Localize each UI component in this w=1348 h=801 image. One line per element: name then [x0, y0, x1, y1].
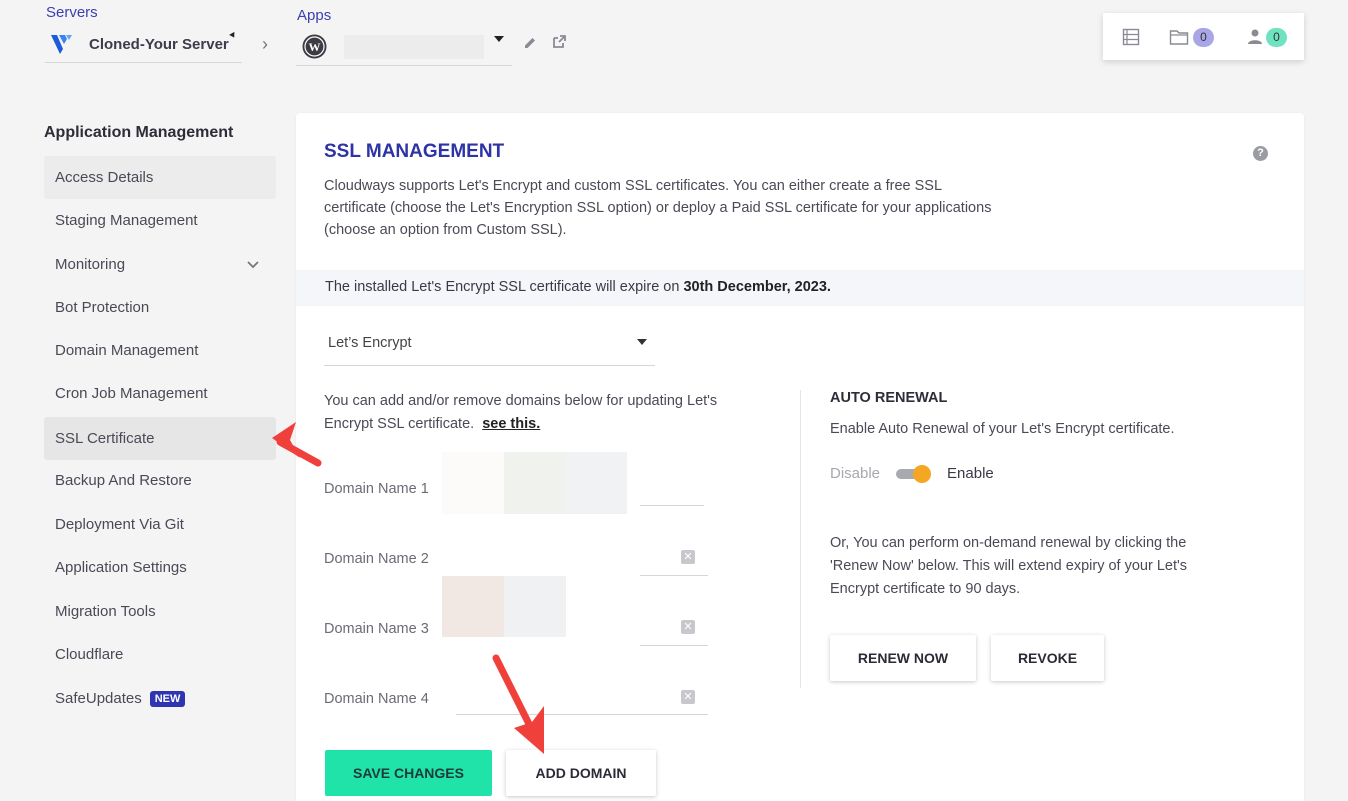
add-domain-button[interactable]: ADD DOMAIN: [506, 750, 656, 796]
sidebar-item-label: Staging Management: [55, 212, 198, 229]
sidebar-item-label: Cron Job Management: [55, 385, 208, 402]
auto-renewal-toggle-row: Disable Enable: [830, 464, 994, 483]
app-selector[interactable]: W: [296, 28, 512, 66]
sidebar-item-label: Backup And Restore: [55, 472, 192, 489]
domain-name-3-label: Domain Name 3: [324, 621, 429, 637]
caret-down-icon: [637, 339, 647, 345]
sidebar-item-ssl-certificate[interactable]: SSL Certificate: [44, 417, 276, 460]
chevron-right-icon: ›: [262, 34, 268, 54]
sidebar-item-safeupdates[interactable]: SafeUpdates NEW: [44, 677, 276, 720]
sidebar-item-label: Bot Protection: [55, 299, 150, 316]
sidebar-item-backup-and-restore[interactable]: Backup And Restore: [44, 459, 276, 502]
app-name-redacted: [344, 34, 484, 59]
expiry-date: 30th December, 2023.: [683, 279, 831, 295]
toggle-knob: [913, 464, 932, 483]
domain-1-redacted: [442, 452, 504, 514]
domain-1-redacted: [566, 452, 627, 514]
top-bar: Servers Cloned-Your Server › Apps W 0 0: [0, 0, 1348, 80]
expiry-text: The installed Let's Encrypt SSL certific…: [325, 279, 684, 295]
domains-help-text: You can add and/or remove domains below …: [324, 390, 744, 436]
sidebar-item-cloudflare[interactable]: Cloudflare: [44, 633, 276, 676]
sidebar-item-monitoring[interactable]: Monitoring: [44, 243, 276, 286]
sidebar-item-domain-management[interactable]: Domain Management: [44, 329, 276, 372]
domain-4-input[interactable]: [456, 714, 708, 715]
domain-name-4-label: Domain Name 4: [324, 691, 429, 707]
sidebar-item-cron-job-management[interactable]: Cron Job Management: [44, 372, 276, 415]
domain-name-2-label: Domain Name 2: [324, 551, 429, 567]
sidebar-item-label: Cloudflare: [55, 646, 124, 663]
remove-domain-3-icon[interactable]: ✕: [681, 620, 695, 634]
sidebar-title: Application Management: [44, 124, 234, 141]
sidebar-item-label: Access Details: [55, 169, 154, 186]
sidebar-item-migration-tools[interactable]: Migration Tools: [44, 590, 276, 633]
see-this-link[interactable]: see this.: [482, 416, 540, 432]
page-title: SSL MANAGEMENT: [324, 141, 505, 162]
domain-2-input[interactable]: [640, 575, 708, 576]
domain-1-input[interactable]: [640, 505, 704, 506]
new-badge: NEW: [149, 690, 186, 707]
remove-domain-2-icon[interactable]: ✕: [681, 550, 695, 564]
vultr-logo-icon: [51, 35, 72, 54]
top-right-toolbar: 0 0: [1103, 13, 1304, 60]
domain-3-redacted: [504, 576, 566, 637]
domain-name-1-label: Domain Name 1: [324, 481, 429, 497]
chevron-down-icon: [247, 261, 259, 269]
sidebar-item-label: SSL Certificate: [55, 430, 155, 447]
auto-renewal-description: Enable Auto Renewal of your Let's Encryp…: [830, 421, 1175, 437]
renew-now-button[interactable]: RENEW NOW: [830, 635, 976, 681]
files-count-badge: 0: [1193, 28, 1214, 47]
disable-label: Disable: [830, 465, 881, 482]
sidebar-item-label: Migration Tools: [55, 603, 156, 620]
enable-label: Enable: [947, 465, 994, 482]
edit-pencil-icon[interactable]: [520, 33, 540, 53]
ssl-type-value: Let’s Encrypt: [328, 335, 412, 351]
user-icon[interactable]: [1245, 27, 1265, 47]
folder-icon[interactable]: [1169, 27, 1189, 47]
members-count-badge: 0: [1266, 28, 1287, 47]
auto-renewal-title: AUTO RENEWAL: [830, 390, 948, 406]
wordpress-icon: W: [302, 34, 327, 59]
remove-domain-4-icon[interactable]: ✕: [681, 690, 695, 704]
domain-3-input[interactable]: [640, 645, 708, 646]
sidebar-item-staging-management[interactable]: Staging Management: [44, 199, 276, 242]
sidebar-item-label: Application Settings: [55, 559, 187, 576]
server-name: Cloned-Your Server: [89, 35, 229, 53]
caret-down-icon: [494, 36, 504, 42]
ssl-management-card: SSL MANAGEMENT ? Cloudways supports Let'…: [296, 113, 1304, 801]
sidebar-item-application-settings[interactable]: Application Settings: [44, 546, 276, 589]
renew-description: Or, You can perform on-demand renewal by…: [830, 535, 1188, 597]
sidebar-item-label: Monitoring: [55, 256, 126, 273]
server-selector[interactable]: Cloned-Your Server: [45, 26, 242, 63]
external-link-icon[interactable]: [549, 32, 569, 52]
domain-3-redacted: [442, 576, 504, 637]
domain-1-redacted: [504, 452, 566, 514]
ssl-description: Cloudways supports Let's Encrypt and cus…: [324, 178, 992, 238]
apps-label: Apps: [297, 7, 332, 24]
sidebar-item-bot-protection[interactable]: Bot Protection: [44, 286, 276, 329]
svg-text:W: W: [309, 40, 321, 54]
sidebar-item-deployment-via-git[interactable]: Deployment Via Git: [44, 503, 276, 546]
save-changes-button[interactable]: SAVE CHANGES: [325, 750, 492, 796]
sidebar-item-label: Domain Management: [55, 342, 199, 359]
ssl-type-select[interactable]: Let’s Encrypt: [324, 323, 655, 366]
sidebar-item-label: Deployment Via Git: [55, 516, 184, 533]
column-divider: [800, 390, 801, 688]
servers-list-icon[interactable]: [1121, 27, 1141, 47]
servers-label: Servers: [46, 4, 98, 21]
auto-renewal-toggle[interactable]: [896, 464, 932, 483]
revoke-button[interactable]: REVOKE: [991, 635, 1104, 681]
sidebar-item-access-details[interactable]: Access Details: [44, 156, 276, 199]
sidebar-item-label: SafeUpdates: [55, 690, 142, 707]
help-icon[interactable]: ?: [1253, 146, 1268, 161]
expiry-info-bar: The installed Let's Encrypt SSL certific…: [296, 270, 1304, 306]
caret-down-icon: [229, 31, 237, 40]
